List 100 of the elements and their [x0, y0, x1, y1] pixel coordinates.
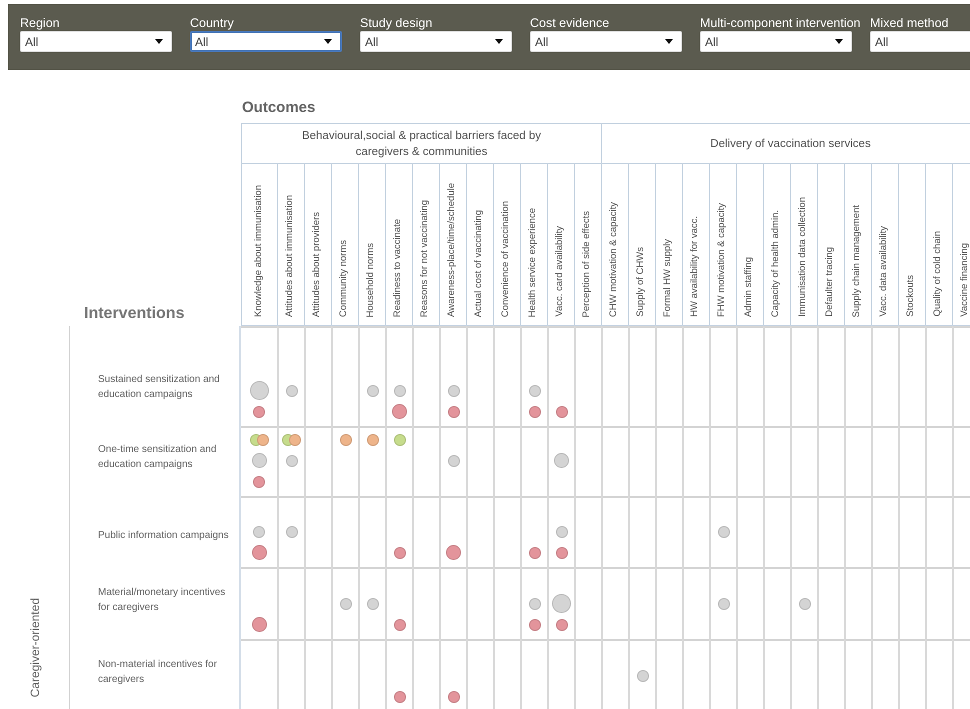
evidence-bubble[interactable] — [528, 598, 540, 610]
outcome-column-label: Capacity of health admin. — [771, 210, 781, 317]
outcome-column-label: Attitudes about providers — [312, 212, 322, 317]
matrix-cell — [925, 496, 952, 567]
evidence-bubble[interactable] — [366, 384, 378, 396]
evidence-bubble[interactable] — [286, 454, 298, 466]
matrix-cell — [844, 496, 871, 567]
evidence-bubble[interactable] — [528, 384, 540, 396]
evidence-bubble[interactable] — [394, 618, 406, 630]
outcome-column-label: Stockouts — [906, 275, 916, 317]
matrix-cell — [493, 426, 520, 496]
evidence-bubble[interactable] — [394, 384, 406, 396]
matrix-cell — [736, 426, 763, 496]
filter-dropdown[interactable]: All — [700, 31, 852, 52]
matrix-cell — [844, 639, 871, 709]
outcome-column-label: Knowledge about immunisation — [254, 184, 264, 317]
matrix-cell — [763, 639, 790, 709]
matrix-cell — [277, 639, 304, 709]
evidence-bubble[interactable] — [252, 545, 266, 560]
outcome-column-label: Perception of side effects — [582, 210, 592, 317]
evidence-bubble[interactable] — [556, 406, 568, 418]
evidence-bubble[interactable] — [252, 617, 266, 632]
outcome-column-label: Health service experience — [528, 208, 538, 317]
evidence-bubble[interactable] — [250, 381, 268, 400]
evidence-bubble[interactable] — [718, 598, 730, 610]
matrix-cell — [628, 426, 655, 496]
filter-dropdown[interactable]: All — [870, 31, 970, 52]
outcome-column-label: Supply chain management — [852, 204, 862, 317]
evidence-bubble[interactable] — [448, 454, 460, 466]
outcome-column-label: Vacc. data availability — [879, 226, 889, 317]
outcome-group-heading: Delivery of vaccination services — [709, 136, 872, 152]
filter-dropdown[interactable]: All — [530, 31, 682, 52]
matrix-cell — [763, 496, 790, 567]
evidence-bubble[interactable] — [392, 404, 407, 419]
matrix-cell — [655, 426, 682, 496]
outcome-column-label: FHW motivation & capacity — [717, 202, 727, 317]
evidence-bubble[interactable] — [446, 545, 461, 560]
evidence-bubble[interactable] — [528, 406, 540, 418]
filter-dropdown[interactable]: All — [360, 31, 512, 52]
matrix-cell — [871, 426, 898, 496]
evidence-bubble[interactable] — [556, 618, 568, 630]
outcome-column-label: Convenience of vaccination — [501, 200, 511, 317]
outcome-column-label: Household norms — [366, 242, 376, 317]
evidence-bubble[interactable] — [366, 434, 378, 446]
matrix-cell — [898, 496, 925, 567]
outcome-column-label: Formal HW supply — [663, 238, 673, 317]
outcome-column-label: CHW motivation & capacity — [609, 202, 619, 317]
evidence-bubble[interactable] — [798, 598, 810, 610]
outcome-column-label: Readiness to vaccinate — [393, 218, 403, 317]
evidence-bubble[interactable] — [556, 546, 568, 558]
evidence-bubble[interactable] — [528, 618, 540, 630]
evidence-bubble[interactable] — [253, 406, 265, 418]
filter-label: Study design — [360, 16, 432, 31]
evidence-bubble[interactable] — [286, 384, 298, 396]
evidence-bubble[interactable] — [528, 546, 540, 558]
intervention-label: Non-material incentives for caregivers — [98, 658, 218, 687]
filter-dropdown[interactable]: All — [190, 31, 342, 52]
evidence-bubble[interactable] — [554, 453, 569, 468]
evidence-bubble[interactable] — [394, 546, 406, 558]
matrix-cell — [898, 567, 925, 639]
outcome-column-label: Supply of CHWs — [636, 247, 646, 317]
filter-label: Country — [190, 16, 234, 31]
caret-icon — [835, 39, 843, 44]
evidence-bubble[interactable] — [289, 434, 301, 446]
matrix-cell — [655, 567, 682, 639]
evidence-bubble[interactable] — [448, 406, 460, 418]
intervention-label: One-time sensitization and education campaigns — [98, 443, 218, 472]
evidence-bubble[interactable] — [252, 453, 266, 468]
matrix-cell — [871, 496, 898, 567]
matrix-cell — [601, 426, 628, 496]
matrix-cell — [466, 567, 493, 639]
matrix-cell — [304, 639, 331, 709]
evidence-bubble[interactable] — [556, 526, 568, 538]
evidence-bubble[interactable] — [718, 526, 730, 538]
evidence-bubble[interactable] — [253, 476, 265, 488]
evidence-bubble[interactable] — [552, 594, 571, 613]
filter-label: Multi-component intervention — [700, 16, 860, 31]
evidence-bubble[interactable] — [366, 598, 378, 610]
matrix-cell — [682, 639, 709, 709]
evidence-bubble[interactable] — [340, 598, 352, 610]
matrix-cell — [736, 639, 763, 709]
outcome-column-label: HW availability for vacc. — [690, 216, 700, 317]
matrix-cell — [898, 426, 925, 496]
evidence-bubble[interactable] — [394, 690, 406, 702]
evidence-bubble[interactable] — [448, 690, 460, 702]
matrix-cell — [601, 496, 628, 567]
outcome-column-label: Vacc. card availability — [555, 226, 565, 317]
evidence-bubble[interactable] — [286, 526, 298, 538]
outcome-column-label: Reasons for not vaccinating — [420, 200, 430, 317]
matrix-cell — [655, 496, 682, 567]
matrix-cell — [871, 639, 898, 709]
evidence-bubble[interactable] — [394, 434, 406, 446]
evidence-bubble[interactable] — [448, 384, 460, 396]
filter-label: Region — [20, 16, 60, 31]
intervention-label: Material/monetary incentives for caregivers — [98, 586, 226, 615]
matrix-cell — [925, 639, 952, 709]
evidence-bubble[interactable] — [253, 526, 265, 538]
filter-dropdown[interactable]: All — [20, 31, 172, 52]
evidence-bubble[interactable] — [340, 434, 352, 446]
evidence-bubble[interactable] — [636, 670, 648, 682]
